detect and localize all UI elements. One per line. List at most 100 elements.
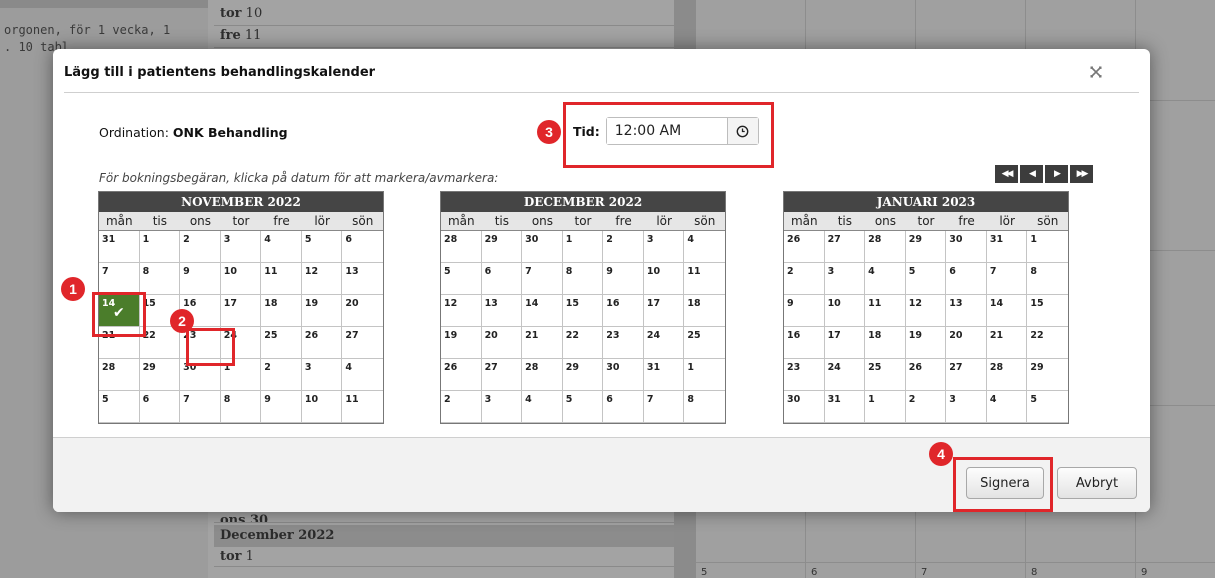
calendar-day[interactable]: 3 (220, 231, 262, 263)
calendar-day[interactable]: 28 (441, 231, 482, 263)
calendar-day[interactable]: 2 (261, 359, 302, 391)
calendar-day[interactable]: 22 (1027, 327, 1068, 359)
calendar-day[interactable]: 2 (441, 391, 482, 423)
calendar-day[interactable]: 18 (684, 295, 725, 327)
calendar-day[interactable]: 8 (139, 263, 181, 295)
calendar-day[interactable]: 24 (643, 327, 685, 359)
calendar-day[interactable]: 28 (986, 359, 1028, 391)
calendar-day[interactable]: 10 (301, 391, 343, 423)
clock-icon[interactable] (726, 118, 758, 144)
last-month-button[interactable]: ▶▶ (1070, 165, 1093, 183)
calendar-day[interactable]: 13 (342, 263, 383, 295)
calendar-day[interactable]: 21 (522, 327, 563, 359)
calendar-day[interactable]: 25 (684, 327, 725, 359)
calendar-day[interactable]: 1 (1027, 231, 1068, 263)
calendar-day[interactable]: 16 (603, 295, 644, 327)
calendar-day[interactable]: 29 (562, 359, 604, 391)
calendar-day[interactable]: 10 (220, 263, 262, 295)
calendar-day[interactable]: 26 (441, 359, 482, 391)
calendar-day[interactable]: 10 (824, 295, 866, 327)
calendar-day[interactable]: 2 (784, 263, 825, 295)
calendar-day[interactable]: 31 (824, 391, 866, 423)
calendar-day[interactable]: 1 (865, 391, 906, 423)
calendar-day[interactable]: 19 (905, 327, 947, 359)
calendar-day[interactable]: 22 (562, 327, 604, 359)
calendar-day[interactable]: 21 (986, 327, 1028, 359)
calendar-day[interactable]: 2 (603, 231, 644, 263)
calendar-day[interactable]: 8 (684, 391, 725, 423)
calendar-day[interactable]: 12 (301, 263, 343, 295)
calendar-day[interactable]: 11 (865, 295, 906, 327)
calendar-day[interactable]: 30 (180, 359, 221, 391)
calendar-day[interactable]: 2 (905, 391, 947, 423)
calendar-day[interactable]: 20 (481, 327, 523, 359)
calendar-day[interactable]: 24 (220, 327, 262, 359)
calendar-day[interactable]: 9 (261, 391, 302, 423)
calendar-day[interactable]: 16 (784, 327, 825, 359)
calendar-day[interactable]: 29 (139, 359, 181, 391)
calendar-day[interactable]: 28 (99, 359, 140, 391)
calendar-day[interactable]: 3 (946, 391, 987, 423)
calendar-day[interactable]: 17 (824, 327, 866, 359)
calendar-day[interactable]: 15 (562, 295, 604, 327)
calendar-day[interactable]: 7 (643, 391, 685, 423)
calendar-day[interactable]: 26 (301, 327, 343, 359)
calendar-day[interactable]: 1 (562, 231, 604, 263)
calendar-day[interactable]: 6 (342, 231, 383, 263)
calendar-day[interactable]: 3 (481, 391, 523, 423)
calendar-day[interactable]: 9 (603, 263, 644, 295)
calendar-day[interactable]: 7 (986, 263, 1028, 295)
calendar-day[interactable]: 19 (301, 295, 343, 327)
calendar-day[interactable]: 29 (1027, 359, 1068, 391)
first-month-button[interactable]: ◀◀ (995, 165, 1018, 183)
cancel-button[interactable]: Avbryt (1057, 467, 1137, 499)
calendar-day[interactable]: 4 (986, 391, 1028, 423)
next-month-button[interactable]: ▶ (1045, 165, 1068, 183)
calendar-day[interactable]: 6 (139, 391, 181, 423)
calendar-day[interactable]: 3 (643, 231, 685, 263)
calendar-day[interactable]: 3 (824, 263, 866, 295)
calendar-day[interactable]: 11 (261, 263, 302, 295)
calendar-day[interactable]: 8 (562, 263, 604, 295)
calendar-day[interactable]: 13 (946, 295, 987, 327)
calendar-day[interactable]: 15 (1027, 295, 1068, 327)
calendar-day[interactable]: 26 (905, 359, 947, 391)
calendar-day[interactable]: 9 (784, 295, 825, 327)
calendar-day[interactable]: 31 (986, 231, 1028, 263)
calendar-day[interactable]: 11 (342, 391, 383, 423)
calendar-day[interactable]: 21 (99, 327, 140, 359)
calendar-day[interactable]: 12 (441, 295, 482, 327)
calendar-day[interactable]: 30 (946, 231, 987, 263)
calendar-day[interactable]: 1 (684, 359, 725, 391)
calendar-day[interactable]: 29 (481, 231, 523, 263)
calendar-day[interactable]: 5 (301, 231, 343, 263)
calendar-day[interactable]: 5 (562, 391, 604, 423)
calendar-day[interactable]: 4 (261, 231, 302, 263)
close-icon[interactable] (1087, 65, 1105, 83)
calendar-day[interactable]: 27 (481, 359, 523, 391)
calendar-day[interactable]: 11 (684, 263, 725, 295)
calendar-day[interactable]: 20 (946, 327, 987, 359)
calendar-day[interactable]: 4 (684, 231, 725, 263)
sign-button[interactable]: Signera (966, 467, 1044, 499)
calendar-day[interactable]: 6 (481, 263, 523, 295)
calendar-day[interactable]: 6 (603, 391, 644, 423)
calendar-day[interactable]: 17 (643, 295, 685, 327)
calendar-day[interactable]: 4 (522, 391, 563, 423)
calendar-day[interactable]: 5 (905, 263, 947, 295)
calendar-day[interactable]: 10 (643, 263, 685, 295)
calendar-day[interactable]: 1 (139, 231, 181, 263)
calendar-day[interactable]: 14 (986, 295, 1028, 327)
calendar-day[interactable]: 8 (1027, 263, 1068, 295)
calendar-day[interactable]: 27 (824, 231, 866, 263)
calendar-day-selected[interactable]: 14 ✔ (99, 295, 140, 327)
calendar-day[interactable]: 23 (603, 327, 644, 359)
calendar-day[interactable]: 14 (522, 295, 563, 327)
previous-month-button[interactable]: ◀ (1020, 165, 1043, 183)
calendar-day[interactable]: 2 (180, 231, 221, 263)
calendar-day[interactable]: 8 (220, 391, 262, 423)
calendar-day[interactable]: 25 (865, 359, 906, 391)
calendar-day[interactable]: 27 (946, 359, 987, 391)
calendar-day[interactable]: 25 (261, 327, 302, 359)
calendar-day[interactable]: 31 (99, 231, 140, 263)
